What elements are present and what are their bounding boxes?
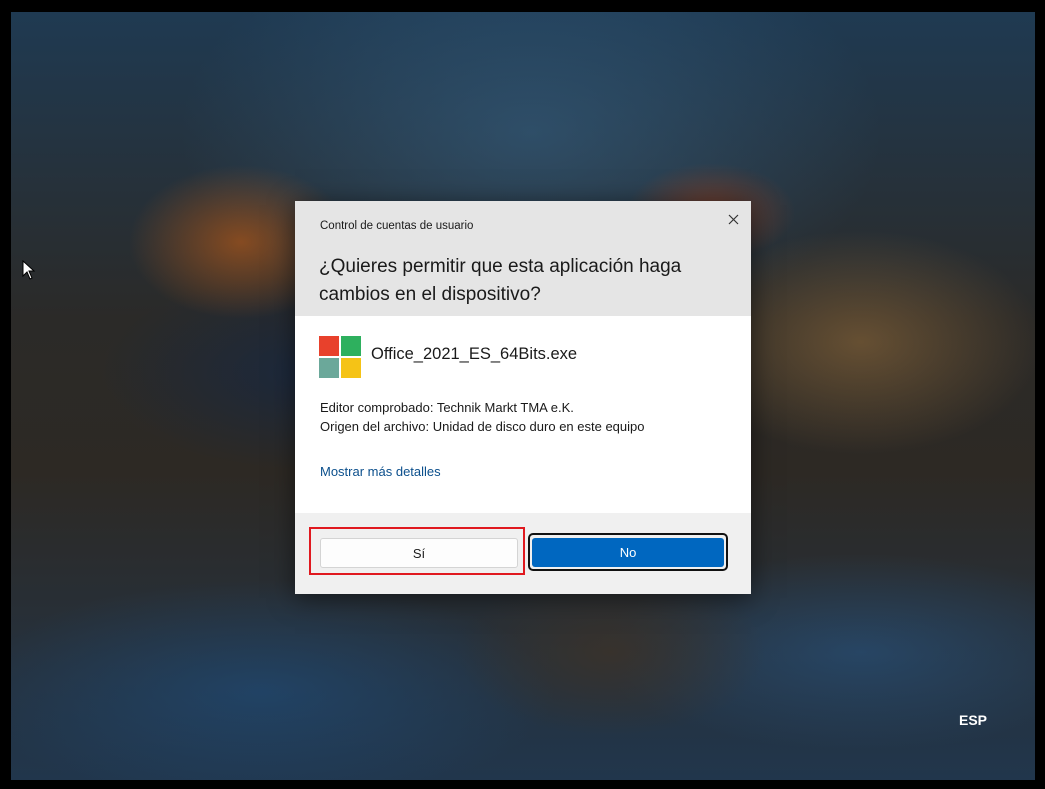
app-info: Editor comprobado: Technik Markt TMA e.K… [320, 398, 645, 436]
office-app-icon [319, 336, 361, 378]
show-details-link[interactable]: Mostrar más detalles [320, 464, 441, 479]
dialog-body: Office_2021_ES_64Bits.exe Editor comprob… [295, 316, 751, 513]
dialog-caption: Control de cuentas de usuario [320, 220, 474, 232]
dialog-question: ¿Quieres permitir que esta aplicación ha… [319, 256, 682, 305]
language-indicator[interactable]: ESP [959, 712, 987, 728]
uac-dialog: Control de cuentas de usuario ¿Quieres p… [295, 201, 751, 594]
publisher-line: Editor comprobado: Technik Markt TMA e.K… [320, 400, 574, 415]
origin-line: Origen del archivo: Unidad de disco duro… [320, 419, 645, 434]
mouse-pointer-icon [22, 260, 36, 280]
no-button[interactable]: No [532, 538, 724, 567]
dialog-header: Control de cuentas de usuario ¿Quieres p… [295, 201, 751, 316]
close-button[interactable] [723, 209, 743, 229]
close-icon [728, 214, 738, 224]
app-name: Office_2021_ES_64Bits.exe [371, 345, 578, 363]
yes-button[interactable]: Sí [320, 538, 518, 568]
